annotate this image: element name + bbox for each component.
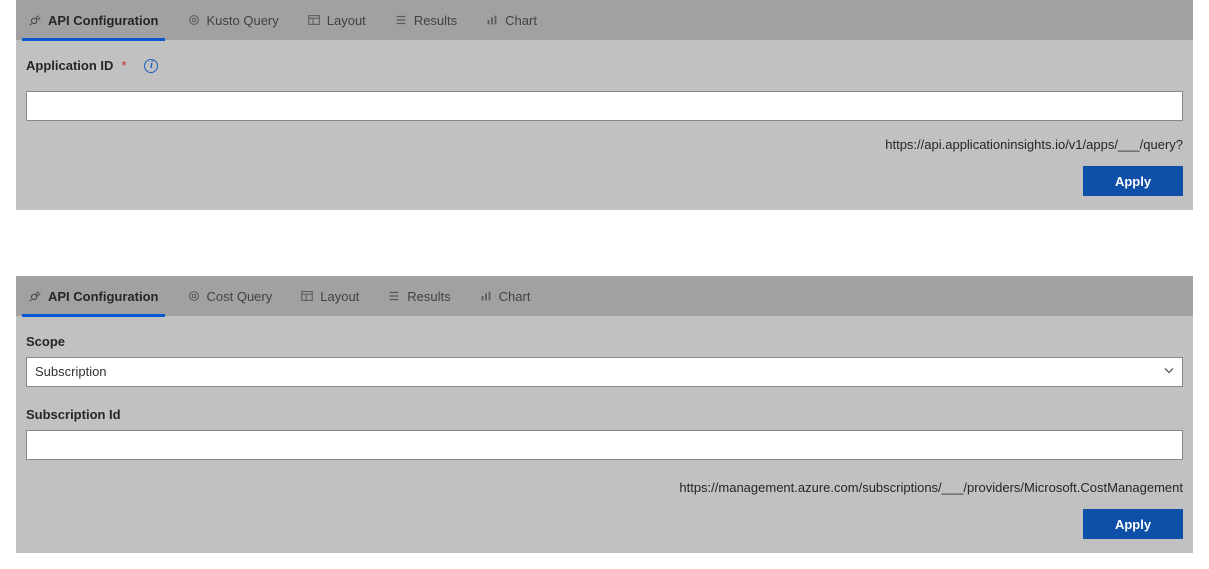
apply-button[interactable]: Apply bbox=[1083, 509, 1183, 539]
tab-kusto-query[interactable]: Kusto Query bbox=[185, 0, 281, 40]
application-id-label: Application ID * i bbox=[26, 58, 1183, 73]
layout-icon bbox=[307, 13, 321, 27]
tab-label: Layout bbox=[327, 13, 366, 28]
list-icon bbox=[394, 13, 408, 27]
helper-url-text: https://api.applicationinsights.io/v1/ap… bbox=[885, 137, 1183, 152]
tab-results[interactable]: Results bbox=[392, 0, 459, 40]
helper-url-text: https://management.azure.com/subscriptio… bbox=[679, 480, 1183, 495]
tab-label: Chart bbox=[499, 289, 531, 304]
info-icon[interactable]: i bbox=[144, 59, 158, 73]
scope-select[interactable]: Subscription bbox=[26, 357, 1183, 387]
tab-results[interactable]: Results bbox=[385, 276, 452, 316]
label-text: Application ID bbox=[26, 58, 113, 73]
tab-label: API Configuration bbox=[48, 289, 159, 304]
tab-label: Results bbox=[407, 289, 450, 304]
tabbar-1: API Configuration Kusto Query Layout bbox=[16, 0, 1193, 40]
panel-body-1: Application ID * i https://api.applicati… bbox=[16, 40, 1193, 210]
plug-icon bbox=[28, 13, 42, 27]
tab-chart[interactable]: Chart bbox=[483, 0, 539, 40]
scope-selected-value: Subscription bbox=[26, 357, 1183, 387]
tabbar-2: API Configuration Cost Query Layout bbox=[16, 276, 1193, 316]
tab-label: Results bbox=[414, 13, 457, 28]
tab-cost-query[interactable]: Cost Query bbox=[185, 276, 275, 316]
bar-chart-icon bbox=[479, 289, 493, 303]
api-config-panel-1: API Configuration Kusto Query Layout bbox=[16, 0, 1193, 210]
target-icon bbox=[187, 13, 201, 27]
required-indicator: * bbox=[121, 58, 126, 73]
bar-chart-icon bbox=[485, 13, 499, 27]
api-config-panel-2: API Configuration Cost Query Layout bbox=[16, 276, 1193, 553]
tab-api-configuration[interactable]: API Configuration bbox=[26, 276, 161, 316]
list-icon bbox=[387, 289, 401, 303]
tab-label: Layout bbox=[320, 289, 359, 304]
panel-body-2: Scope Subscription Subscription Id https… bbox=[16, 316, 1193, 553]
tab-label: Chart bbox=[505, 13, 537, 28]
scope-label: Scope bbox=[26, 334, 1183, 349]
layout-icon bbox=[300, 289, 314, 303]
plug-icon bbox=[28, 289, 42, 303]
tab-layout[interactable]: Layout bbox=[305, 0, 368, 40]
tab-label: Kusto Query bbox=[207, 13, 279, 28]
tab-label: API Configuration bbox=[48, 13, 159, 28]
tab-api-configuration[interactable]: API Configuration bbox=[26, 0, 161, 40]
apply-button[interactable]: Apply bbox=[1083, 166, 1183, 196]
tab-chart[interactable]: Chart bbox=[477, 276, 533, 316]
tab-layout[interactable]: Layout bbox=[298, 276, 361, 316]
subscription-id-label: Subscription Id bbox=[26, 407, 1183, 422]
tab-label: Cost Query bbox=[207, 289, 273, 304]
subscription-id-input[interactable] bbox=[26, 430, 1183, 460]
application-id-input[interactable] bbox=[26, 91, 1183, 121]
target-icon bbox=[187, 289, 201, 303]
